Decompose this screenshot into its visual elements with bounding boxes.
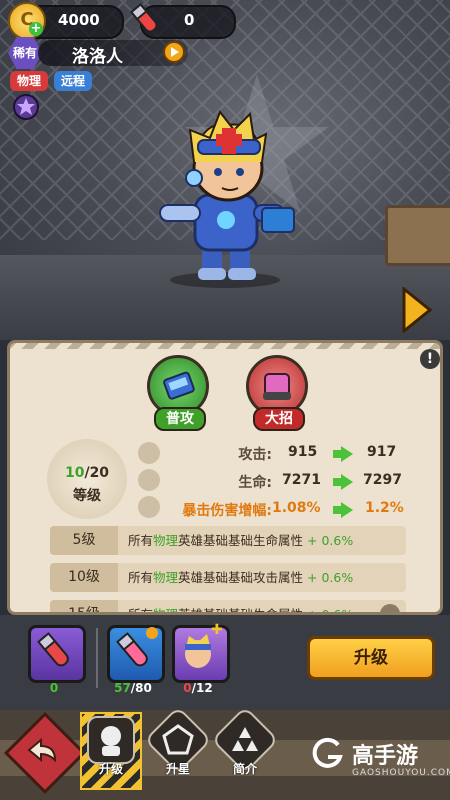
- attack-from: 915: [288, 444, 318, 460]
- potion-item-icon[interactable]: [28, 625, 86, 683]
- potion-item-count: 0: [49, 681, 59, 695]
- tab-profile-label: 简介: [232, 762, 257, 776]
- watermark-brand: 高手游: [352, 744, 419, 769]
- upgrade-row: 5级 所有物理英雄基础基础生命属性 + 0.6%: [50, 526, 406, 555]
- star-rank-icon: [13, 94, 39, 120]
- upgrade-button[interactable]: 升级: [307, 636, 435, 680]
- skill-normal-attack-label: 普攻: [154, 407, 206, 431]
- potion-value: 0: [184, 11, 195, 29]
- skill-ultimate-label: 大招: [253, 407, 305, 431]
- upgrade-tab-icon: [87, 716, 135, 764]
- hero-info-panel: ! 普攻 大招 10/20 等级 攻击: 915 917 生命: 7271 72…: [7, 340, 443, 615]
- gold-value: 4000: [58, 11, 100, 29]
- level-value: 10/20: [64, 465, 110, 481]
- triforce-icon: [227, 722, 263, 758]
- crit-from: 1.08%: [272, 500, 321, 516]
- crit-label: 暴击伤害增幅:: [182, 503, 272, 519]
- attack-stat-icon: [138, 442, 160, 464]
- hero-portrait[interactable]: [150, 100, 300, 290]
- attack-to: 917: [367, 444, 397, 460]
- tab-upgrade-label: 升级: [98, 762, 123, 776]
- tag-physical: 物理: [10, 71, 48, 91]
- voice-play-icon[interactable]: [163, 41, 185, 63]
- watermark-logo-icon: [310, 737, 344, 771]
- item-play-icon: [146, 627, 158, 639]
- info-icon[interactable]: !: [420, 349, 440, 369]
- lock-icon: [380, 604, 400, 612]
- attack-arrow-icon: [333, 446, 353, 462]
- next-hero-arrow[interactable]: [402, 285, 433, 335]
- divider: [96, 628, 98, 688]
- pink-potion-count: 57/80: [114, 681, 152, 695]
- hero-shard-count: 0/12: [183, 681, 213, 695]
- health-from: 7271: [282, 472, 321, 488]
- health-arrow-icon: [333, 474, 353, 490]
- health-label: 生命:: [238, 475, 272, 491]
- back-arrow-icon: [19, 728, 65, 774]
- crit-stat-icon: [138, 496, 160, 518]
- tab-star-up-label: 升星: [165, 762, 190, 776]
- pentagon-icon: [160, 722, 196, 758]
- watermark-url: GAOSHOUYOU.COM: [352, 768, 450, 778]
- hero-name: 洛洛人: [72, 47, 123, 67]
- shard-plus-icon: ✚: [211, 622, 223, 638]
- potion-icon: [128, 2, 162, 36]
- health-to: 7297: [363, 472, 402, 488]
- crit-arrow-icon: [333, 502, 353, 518]
- crit-to: 1.2%: [365, 500, 404, 516]
- level-label: 等级: [73, 488, 101, 504]
- add-gold-icon[interactable]: +: [29, 22, 43, 36]
- tag-ranged: 远程: [54, 71, 92, 91]
- upgrade-row: 15级 所有物理英雄基础基础生命属性 + 0.6%: [50, 600, 406, 612]
- health-stat-icon: [138, 469, 160, 491]
- upgrade-row: 10级 所有物理英雄基础基础攻击属性 + 0.6%: [50, 563, 406, 592]
- attack-label: 攻击:: [238, 447, 272, 463]
